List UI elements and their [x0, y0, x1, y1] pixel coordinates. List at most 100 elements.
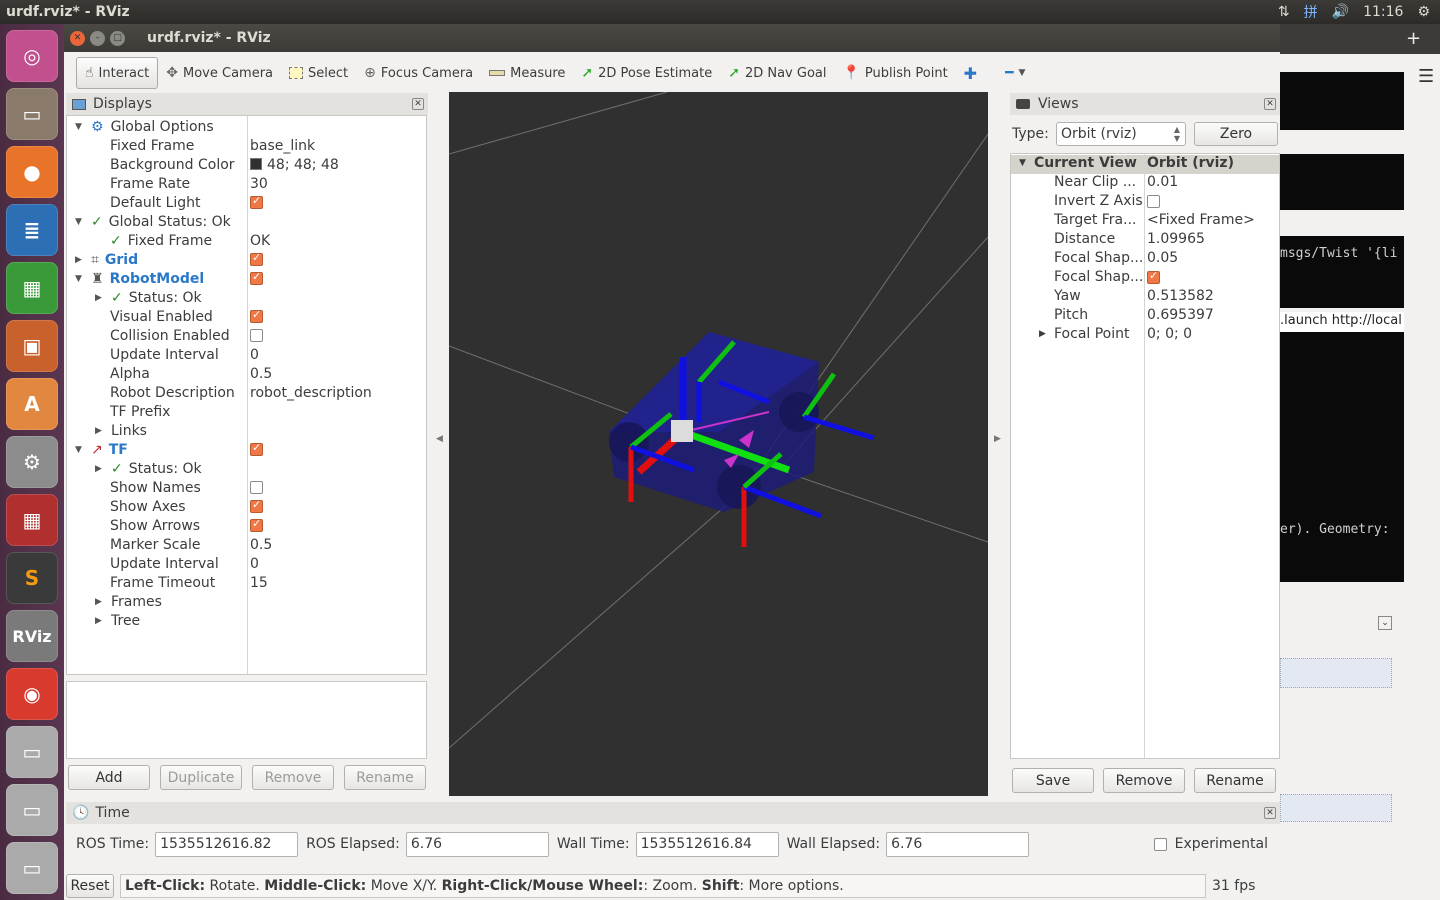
tree-row-default-light[interactable]: Default Light	[67, 193, 426, 212]
tree-value[interactable]: 48; 48; 48	[267, 157, 339, 173]
tree-value[interactable]: base_link	[250, 138, 315, 154]
clock[interactable]: 11:16	[1363, 4, 1403, 20]
firefox-icon[interactable]: ●	[6, 146, 58, 198]
experimental-toggle[interactable]: Experimental	[1153, 836, 1268, 852]
view-prop-value[interactable]: <Fixed Frame>	[1147, 212, 1255, 228]
ros-time-field[interactable]: 1535512616.82	[155, 831, 299, 857]
show-axes-checkbox[interactable]	[250, 498, 263, 513]
collapse-arrow-icon[interactable]: ▶	[95, 464, 105, 474]
invert-z-checkbox[interactable]	[1147, 194, 1160, 208]
tree-value[interactable]: 0	[250, 556, 259, 572]
workspaces-icon[interactable]: ▦	[6, 494, 58, 546]
calc-icon[interactable]: ▦	[6, 262, 58, 314]
tree-value[interactable]: 15	[250, 575, 268, 591]
view-row-focal-point[interactable]: ▶ Focal Point 0; 0; 0	[1011, 326, 1279, 345]
view-row-near-clip[interactable]: Near Clip ... 0.01	[1011, 174, 1279, 193]
tree-row-robotmodel[interactable]: ▼ ♜ RobotModel	[67, 269, 426, 288]
ubuntu-dash-icon[interactable]: ◎	[6, 30, 58, 82]
tree-row-tf-prefix[interactable]: TF Prefix	[67, 402, 426, 421]
wall-time-field[interactable]: 1535512616.84	[635, 831, 779, 857]
network-icon[interactable]: ⇅	[1278, 4, 1290, 20]
remove-display-button[interactable]: Remove	[252, 765, 334, 790]
tree-row-show-names[interactable]: Show Names	[67, 478, 426, 497]
maximize-window-button[interactable]: □	[110, 30, 125, 46]
wall-elapsed-field[interactable]: 6.76	[886, 831, 1030, 857]
tree-value[interactable]: 30	[250, 176, 268, 192]
tree-row-global-options[interactable]: ▼ ⚙ Global Options	[67, 117, 426, 136]
experimental-checkbox[interactable]	[1153, 837, 1167, 851]
displays-tree[interactable]: ▼ ⚙ Global Options Fixed Frame base_link B…	[66, 115, 427, 675]
views-tree[interactable]: ▼ Current View Orbit (rviz) Near Clip ..…	[1010, 153, 1280, 759]
view-row-focal-shape-fixed[interactable]: Focal Shap...	[1011, 269, 1279, 288]
settings-icon[interactable]: ⚙	[1417, 4, 1430, 20]
view-prop-value[interactable]: 0.513582	[1147, 288, 1214, 304]
zero-button[interactable]: Zero	[1194, 122, 1278, 146]
tree-row-rm-status[interactable]: ▶ ✓ Status: Ok	[67, 288, 426, 307]
view-prop-value[interactable]: 1.09965	[1147, 231, 1205, 247]
new-tab-icon[interactable]: +	[1406, 28, 1421, 49]
tree-row-frame-rate[interactable]: Frame Rate 30	[67, 174, 426, 193]
show-arrows-checkbox[interactable]	[250, 517, 263, 532]
collapse-arrow-icon[interactable]: ▶	[95, 293, 105, 303]
files-icon[interactable]: ▭	[6, 88, 58, 140]
visual-enabled-checkbox[interactable]	[250, 308, 263, 323]
rviz-icon[interactable]: RViz	[6, 610, 58, 662]
tree-row-robot-description[interactable]: Robot Description robot_description	[67, 383, 426, 402]
view-row-pitch[interactable]: Pitch 0.695397	[1011, 307, 1279, 326]
measure-tool[interactable]: Measure	[481, 57, 573, 89]
expand-arrow-icon[interactable]: ▼	[75, 217, 85, 227]
netease-music-icon[interactable]: ◉	[6, 668, 58, 720]
focal-shape-checkbox[interactable]	[1147, 269, 1160, 284]
terminal-pane[interactable]	[1280, 154, 1404, 210]
terminal-pane[interactable]: msgs/Twist '{li	[1280, 236, 1404, 308]
writer-icon[interactable]: ≣	[6, 204, 58, 256]
software-center-icon[interactable]: A	[6, 378, 58, 430]
color-swatch[interactable]	[250, 157, 262, 170]
view-row-invert-z[interactable]: Invert Z Axis	[1011, 193, 1279, 212]
rename-display-button[interactable]: Rename	[344, 765, 426, 790]
close-icon[interactable]: ✕	[1264, 807, 1276, 819]
tree-row-alpha[interactable]: Alpha 0.5	[67, 364, 426, 383]
expand-arrow-icon[interactable]: ▼	[1019, 158, 1026, 168]
close-icon[interactable]: ✕	[1264, 98, 1276, 110]
tree-row-frames[interactable]: ▶ Frames	[67, 592, 426, 611]
add-display-button[interactable]: Add	[68, 765, 150, 790]
drive-icon[interactable]: ▭	[6, 726, 58, 778]
view-row-distance[interactable]: Distance 1.09965	[1011, 231, 1279, 250]
remove-view-button[interactable]: Remove	[1103, 768, 1185, 793]
move-camera-tool[interactable]: ✥ Move Camera	[158, 57, 281, 89]
grid-checkbox[interactable]	[250, 251, 263, 266]
view-prop-value[interactable]: 0.695397	[1147, 307, 1214, 323]
expand-arrow-icon[interactable]: ▼	[75, 122, 85, 132]
drive-icon[interactable]: ▭	[6, 784, 58, 836]
drive-icon[interactable]: ▭	[6, 842, 58, 894]
view-prop-value[interactable]: 0; 0; 0	[1147, 326, 1192, 342]
interact-tool[interactable]: ☝ Interact	[76, 57, 159, 89]
tree-row-show-axes[interactable]: Show Axes	[67, 497, 426, 516]
tree-row-tree[interactable]: ▶ Tree	[67, 611, 426, 630]
view-row-target-frame[interactable]: Target Fra... <Fixed Frame>	[1011, 212, 1279, 231]
tree-row-background-color[interactable]: Background Color 48; 48; 48	[67, 155, 426, 174]
tree-row-grid[interactable]: ▶ ⌗ Grid	[67, 250, 426, 269]
terminal-pane[interactable]: er). Geometry:	[1280, 332, 1404, 582]
tree-row-fixed-frame[interactable]: Fixed Frame base_link	[67, 136, 426, 155]
menu-icon[interactable]: ☰	[1418, 66, 1434, 87]
tree-value[interactable]: 0	[250, 347, 259, 363]
focus-camera-tool[interactable]: ⊕ Focus Camera	[356, 57, 481, 89]
current-view-header-row[interactable]: ▼ Current View Orbit (rviz)	[1011, 155, 1279, 174]
rename-view-button[interactable]: Rename	[1194, 768, 1276, 793]
3d-render-view[interactable]	[449, 92, 988, 796]
input-method-icon[interactable]: 拼	[1304, 2, 1318, 22]
view-type-select[interactable]: Orbit (rviz) ▲ ▼	[1056, 122, 1186, 146]
tree-value[interactable]: 0.5	[250, 366, 272, 382]
impress-icon[interactable]: ▣	[6, 320, 58, 372]
view-row-yaw[interactable]: Yaw 0.513582	[1011, 288, 1279, 307]
save-view-button[interactable]: Save	[1012, 768, 1094, 793]
show-names-checkbox[interactable]	[250, 481, 263, 494]
select-tool[interactable]: Select	[281, 57, 356, 89]
tree-row-tf-update-interval[interactable]: Update Interval 0	[67, 554, 426, 573]
ros-elapsed-field[interactable]: 6.76	[405, 831, 549, 857]
tree-value[interactable]: 0.5	[250, 537, 272, 553]
terminal-pane[interactable]	[1280, 72, 1404, 130]
tree-row-status-fixed-frame[interactable]: ✓ Fixed Frame OK	[67, 231, 426, 250]
